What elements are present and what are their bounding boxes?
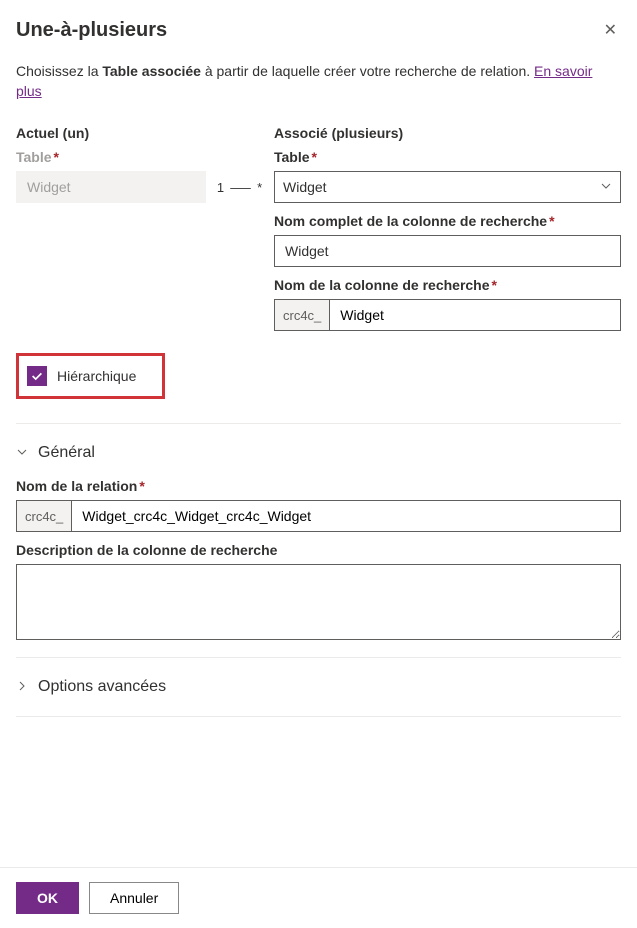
footer: OK Annuler xyxy=(0,867,637,928)
lookup-display-name-input[interactable] xyxy=(283,242,612,260)
description-label: Description de la colonne de recherche xyxy=(16,542,621,558)
checkmark-icon xyxy=(30,369,44,383)
relation-name-field[interactable]: crc4c_ xyxy=(16,500,621,532)
lookup-column-name-field[interactable]: crc4c_ xyxy=(274,299,621,331)
relation-name-input[interactable] xyxy=(80,507,612,525)
ok-button[interactable]: OK xyxy=(16,882,79,914)
chevron-down-icon xyxy=(600,179,612,195)
current-table-field xyxy=(16,171,206,203)
intro-post: à partir de laquelle créer votre recherc… xyxy=(201,63,534,79)
related-table-label: Table* xyxy=(274,149,621,165)
relation-name-label: Nom de la relation* xyxy=(16,478,621,494)
lookup-column-name-input[interactable] xyxy=(338,306,612,324)
advanced-header: Options avancées xyxy=(38,678,166,696)
intro-bold: Table associée xyxy=(102,63,201,79)
hierarchical-highlight: Hiérarchique xyxy=(16,353,165,399)
current-table-input xyxy=(25,178,197,196)
cardinality-indicator: 1 ⸺ * xyxy=(216,125,264,196)
general-header: Général xyxy=(38,444,95,462)
lookup-display-name-field[interactable] xyxy=(274,235,621,267)
relation-name-prefix: crc4c_ xyxy=(16,500,71,532)
lookup-prefix: crc4c_ xyxy=(274,299,329,331)
close-icon[interactable]: ✕ xyxy=(600,16,621,44)
chevron-down-icon xyxy=(16,446,28,461)
hierarchical-label: Hiérarchique xyxy=(57,368,136,384)
hierarchical-checkbox[interactable] xyxy=(27,366,47,386)
current-table-label: Table* xyxy=(16,149,206,165)
description-textarea[interactable] xyxy=(16,564,621,640)
lookup-column-name-label: Nom de la colonne de recherche* xyxy=(274,277,621,293)
lookup-display-name-label: Nom complet de la colonne de recherche* xyxy=(274,213,621,229)
advanced-expander[interactable]: Options avancées xyxy=(16,672,621,702)
general-expander[interactable]: Général xyxy=(16,438,621,468)
cancel-button[interactable]: Annuler xyxy=(89,882,179,914)
related-table-dropdown[interactable]: Widget xyxy=(274,171,621,203)
related-table-value: Widget xyxy=(283,179,327,195)
chevron-right-icon xyxy=(16,680,28,695)
current-heading: Actuel (un) xyxy=(16,125,206,141)
panel-title: Une-à-plusieurs xyxy=(16,19,167,42)
intro-text: Choisissez la Table associée à partir de… xyxy=(16,62,621,101)
intro-pre: Choisissez la xyxy=(16,63,102,79)
related-heading: Associé (plusieurs) xyxy=(274,125,621,141)
